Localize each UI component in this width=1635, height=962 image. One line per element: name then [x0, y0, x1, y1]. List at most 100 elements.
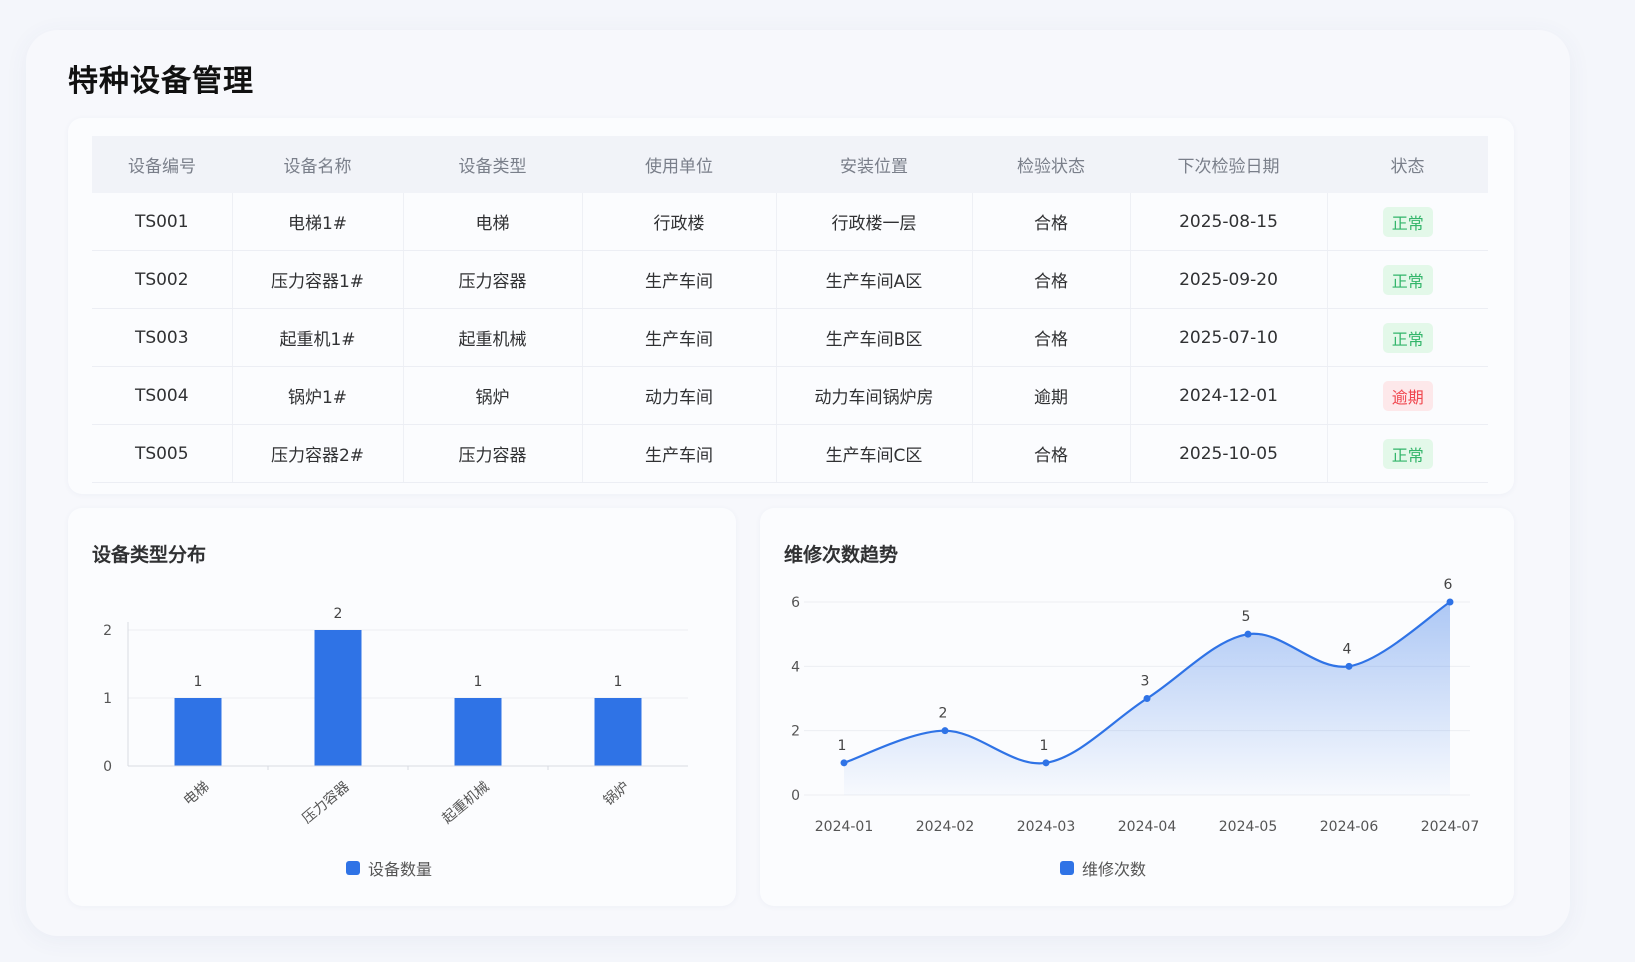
table-row[interactable]: TS001 电梯1# 电梯 行政楼 行政楼一层 合格 2025-08-15 正常 [92, 193, 1488, 251]
status-badge: 逾期 [1382, 380, 1433, 411]
cell-next-date: 2025-08-15 [1130, 193, 1328, 251]
repair-trend-chart: 0 2 4 6 1 2024-01 2 2024-02 1 2024-03 3 2024-04 5 202… [791, 577, 1480, 835]
point-value-label: 6 [1444, 577, 1453, 593]
column-header[interactable]: 设备名称 [232, 136, 403, 193]
data-point[interactable] [1446, 598, 1454, 606]
cell-name: 电梯1# [232, 193, 404, 251]
column-header[interactable]: 下次检验日期 [1130, 136, 1327, 193]
type-distribution-card: 设备类型分布 0 1 2 1 电梯 2 压力容器 1 起重机械 1 锅炉 设备数量 [68, 508, 736, 906]
y-tick-label: 4 [791, 659, 800, 675]
column-header[interactable]: 安装位置 [776, 136, 972, 193]
cell-type: 压力容器 [403, 250, 583, 309]
x-tick-label: 2024-05 [1219, 819, 1278, 835]
point-value-label: 5 [1242, 609, 1251, 625]
y-tick-label: 6 [791, 595, 800, 611]
x-tick-label: 2024-01 [815, 819, 874, 835]
cell-status: 正常 [1327, 250, 1488, 309]
data-point[interactable] [1042, 759, 1050, 767]
cell-unit: 生产车间 [582, 308, 777, 367]
repair-trend-card: 维修次数趋势 0 2 4 6 1 2024-01 2 2024-02 1 2024-03 3 2024… [760, 508, 1514, 906]
legend-swatch-icon [346, 861, 360, 875]
x-tick-label: 锅炉 [601, 779, 633, 809]
x-tick-label: 2024-04 [1118, 819, 1177, 835]
cell-location: 动力车间锅炉房 [776, 366, 973, 425]
y-tick-label: 2 [791, 724, 800, 740]
equipment-table-card: 设备编号 设备名称 设备类型 使用单位 安装位置 检验状态 下次检验日期 状态 TS001 电梯… [68, 118, 1514, 494]
point-value-label: 3 [1141, 674, 1150, 690]
bar[interactable] [174, 698, 222, 766]
x-tick-label: 压力容器 [299, 778, 353, 827]
column-header[interactable]: 设备类型 [403, 136, 582, 193]
cell-next-date: 2024-12-01 [1130, 366, 1328, 425]
cell-status: 正常 [1327, 424, 1488, 483]
cell-inspection: 合格 [972, 308, 1131, 367]
cell-location: 生产车间A区 [776, 250, 973, 309]
cell-name: 压力容器2# [232, 424, 404, 483]
y-tick-label: 2 [103, 623, 112, 639]
cell-next-date: 2025-10-05 [1130, 424, 1328, 483]
table-body: TS001 电梯1# 电梯 行政楼 行政楼一层 合格 2025-08-15 正常 TS002 压力… [92, 193, 1488, 483]
status-badge: 正常 [1382, 438, 1433, 469]
column-header[interactable]: 检验状态 [972, 136, 1130, 193]
cell-inspection: 合格 [972, 424, 1131, 483]
legend-swatch-icon [1060, 861, 1074, 875]
data-point[interactable] [840, 759, 848, 767]
cell-status: 正常 [1327, 193, 1488, 251]
x-tick-label: 电梯 [181, 779, 213, 809]
x-tick-label: 2024-07 [1421, 819, 1480, 835]
table-row[interactable]: TS002 压力容器1# 压力容器 生产车间 生产车间A区 合格 2025-09-20 正常 [92, 250, 1488, 309]
column-header[interactable]: 设备编号 [92, 136, 232, 193]
cell-type: 锅炉 [403, 366, 583, 425]
cell-type: 压力容器 [403, 424, 583, 483]
data-point[interactable] [1345, 662, 1353, 670]
cell-id: TS003 [92, 308, 233, 367]
line-legend-label: 维修次数 [1082, 860, 1147, 879]
cell-id: TS002 [92, 250, 233, 309]
bar[interactable] [314, 630, 362, 766]
bar[interactable] [454, 698, 502, 766]
cell-name: 压力容器1# [232, 250, 404, 309]
cell-unit: 生产车间 [582, 250, 777, 309]
x-tick-label: 2024-02 [916, 819, 975, 835]
cell-status: 正常 [1327, 308, 1488, 367]
column-header[interactable]: 状态 [1327, 136, 1488, 193]
bar-value-label: 1 [194, 674, 203, 690]
equipment-table: 设备编号 设备名称 设备类型 使用单位 安装位置 检验状态 下次检验日期 状态 TS001 电梯… [92, 136, 1488, 483]
table-header: 设备编号 设备名称 设备类型 使用单位 安装位置 检验状态 下次检验日期 状态 [92, 136, 1488, 193]
column-header[interactable]: 使用单位 [582, 136, 776, 193]
cell-id: TS004 [92, 366, 233, 425]
y-tick-label: 0 [791, 788, 800, 804]
cell-id: TS005 [92, 424, 233, 483]
bar[interactable] [594, 698, 642, 766]
cell-unit: 行政楼 [582, 193, 777, 251]
cell-inspection: 逾期 [972, 366, 1131, 425]
type-distribution-chart: 0 1 2 1 电梯 2 压力容器 1 起重机械 1 锅炉 [103, 606, 688, 827]
data-point[interactable] [941, 727, 949, 735]
cell-unit: 生产车间 [582, 424, 777, 483]
cell-type: 起重机械 [403, 308, 583, 367]
bar-legend[interactable]: 设备数量 [346, 856, 432, 880]
status-badge: 正常 [1382, 322, 1433, 353]
cell-status: 逾期 [1327, 366, 1488, 425]
table-row[interactable]: TS004 锅炉1# 锅炉 动力车间 动力车间锅炉房 逾期 2024-12-01 逾期 [92, 366, 1488, 425]
point-value-label: 2 [939, 706, 948, 722]
cell-location: 生产车间C区 [776, 424, 973, 483]
line-legend[interactable]: 维修次数 [1060, 856, 1146, 880]
point-value-label: 1 [838, 738, 847, 754]
bar-value-label: 1 [614, 674, 623, 690]
cell-type: 电梯 [403, 193, 583, 251]
page-title: 特种设备管理 [68, 64, 254, 99]
data-point[interactable] [1143, 695, 1151, 702]
cell-name: 锅炉1# [232, 366, 404, 425]
point-value-label: 1 [1040, 738, 1049, 754]
cell-name: 起重机1# [232, 308, 404, 367]
page-card: 特种设备管理 设备编号 设备名称 设备类型 使用单位 安装位置 检验状态 下次检验日期 状态 … [26, 30, 1570, 936]
x-tick-label: 起重机械 [439, 779, 492, 827]
cell-id: TS001 [92, 193, 233, 251]
y-tick-label: 0 [103, 759, 112, 775]
table-row[interactable]: TS005 压力容器2# 压力容器 生产车间 生产车间C区 合格 2025-10-05 正常 [92, 424, 1488, 483]
data-point[interactable] [1244, 630, 1252, 638]
cell-next-date: 2025-07-10 [1130, 308, 1328, 367]
table-row[interactable]: TS003 起重机1# 起重机械 生产车间 生产车间B区 合格 2025-07-10 正常 [92, 308, 1488, 367]
cell-inspection: 合格 [972, 193, 1131, 251]
